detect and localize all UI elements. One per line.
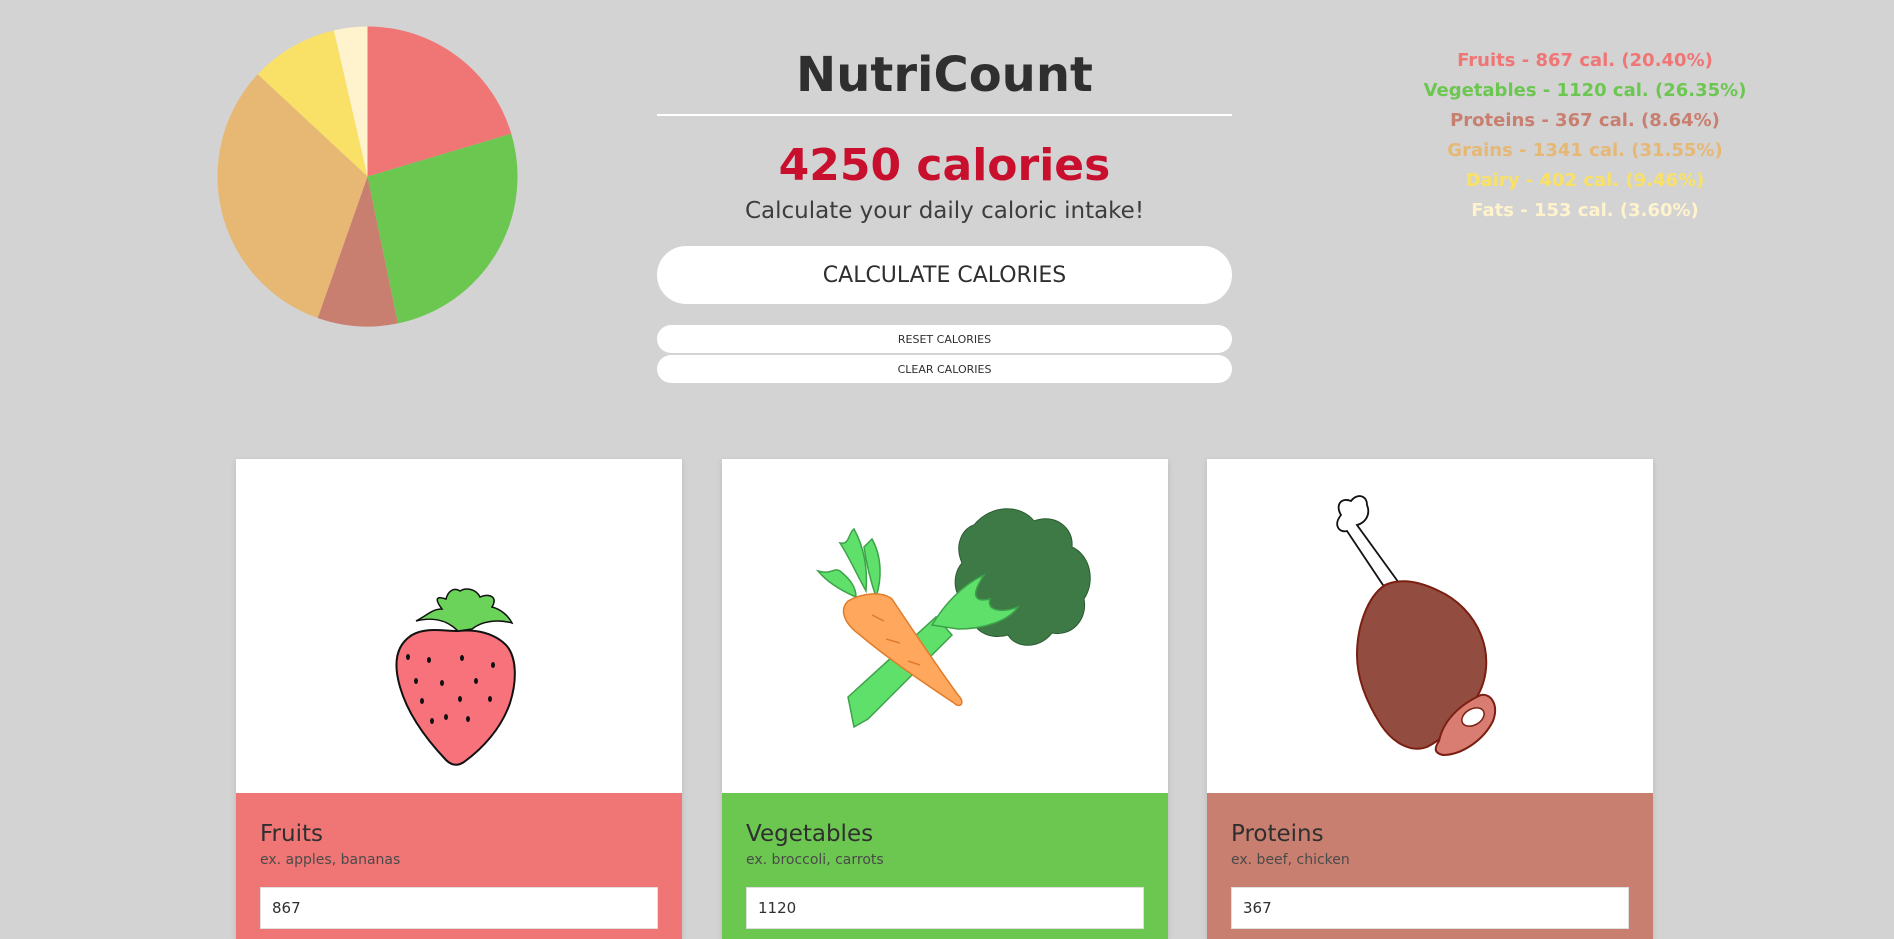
card-body: Fruits ex. apples, bananas <box>236 793 682 939</box>
calorie-pie-chart <box>217 26 518 327</box>
vegetables-icon <box>815 508 1091 729</box>
card-example: ex. apples, bananas <box>260 852 401 868</box>
food-card-vegetables: Vegetables ex. broccoli, carrots <box>722 459 1168 939</box>
legend-item-vegetables: Vegetables - 1120 cal. (26.35%) <box>1423 80 1747 101</box>
card-title: Proteins <box>1231 821 1324 847</box>
proteins-calorie-input[interactable] <box>1231 887 1629 929</box>
food-card-fruits: Fruits ex. apples, bananas <box>236 459 682 939</box>
tagline: Calculate your daily caloric intake! <box>744 198 1145 224</box>
card-image <box>236 459 682 793</box>
legend-item-grains: Grains - 1341 cal. (31.55%) <box>1447 140 1723 161</box>
card-image <box>722 459 1168 793</box>
legend-item-proteins: Proteins - 367 cal. (8.64%) <box>1450 110 1720 131</box>
calorie-legend: Fruits - 867 cal. (20.40%) Vegetables - … <box>1380 46 1790 226</box>
card-example: ex. beef, chicken <box>1231 852 1350 868</box>
legend-item-fruits: Fruits - 867 cal. (20.40%) <box>1457 50 1713 71</box>
card-body: Vegetables ex. broccoli, carrots <box>722 793 1168 939</box>
card-image <box>1207 459 1653 793</box>
header: NutriCount 4250 calories Calculate your … <box>657 40 1232 383</box>
card-example: ex. broccoli, carrots <box>746 852 884 868</box>
title-divider <box>657 114 1232 116</box>
card-title: Vegetables <box>746 821 874 847</box>
vegetables-calorie-input[interactable] <box>746 887 1144 929</box>
clear-calories-button[interactable]: CLEAR CALORIES <box>657 355 1232 383</box>
strawberry-icon <box>395 588 516 766</box>
calculate-calories-button[interactable]: CALCULATE CALORIES <box>657 246 1232 304</box>
app-title: NutriCount <box>796 47 1093 103</box>
reset-calories-button[interactable]: RESET CALORIES <box>657 325 1232 353</box>
card-title: Fruits <box>260 821 323 847</box>
fruits-calorie-input[interactable] <box>260 887 658 929</box>
legend-item-fats: Fats - 153 cal. (3.60%) <box>1471 200 1699 221</box>
legend-item-dairy: Dairy - 402 cal. (9.46%) <box>1465 170 1705 191</box>
total-calories: 4250 calories <box>778 140 1111 191</box>
food-card-proteins: Proteins ex. beef, chicken <box>1207 459 1653 939</box>
card-body: Proteins ex. beef, chicken <box>1207 793 1653 939</box>
meat-drumstick-icon <box>1336 495 1497 757</box>
